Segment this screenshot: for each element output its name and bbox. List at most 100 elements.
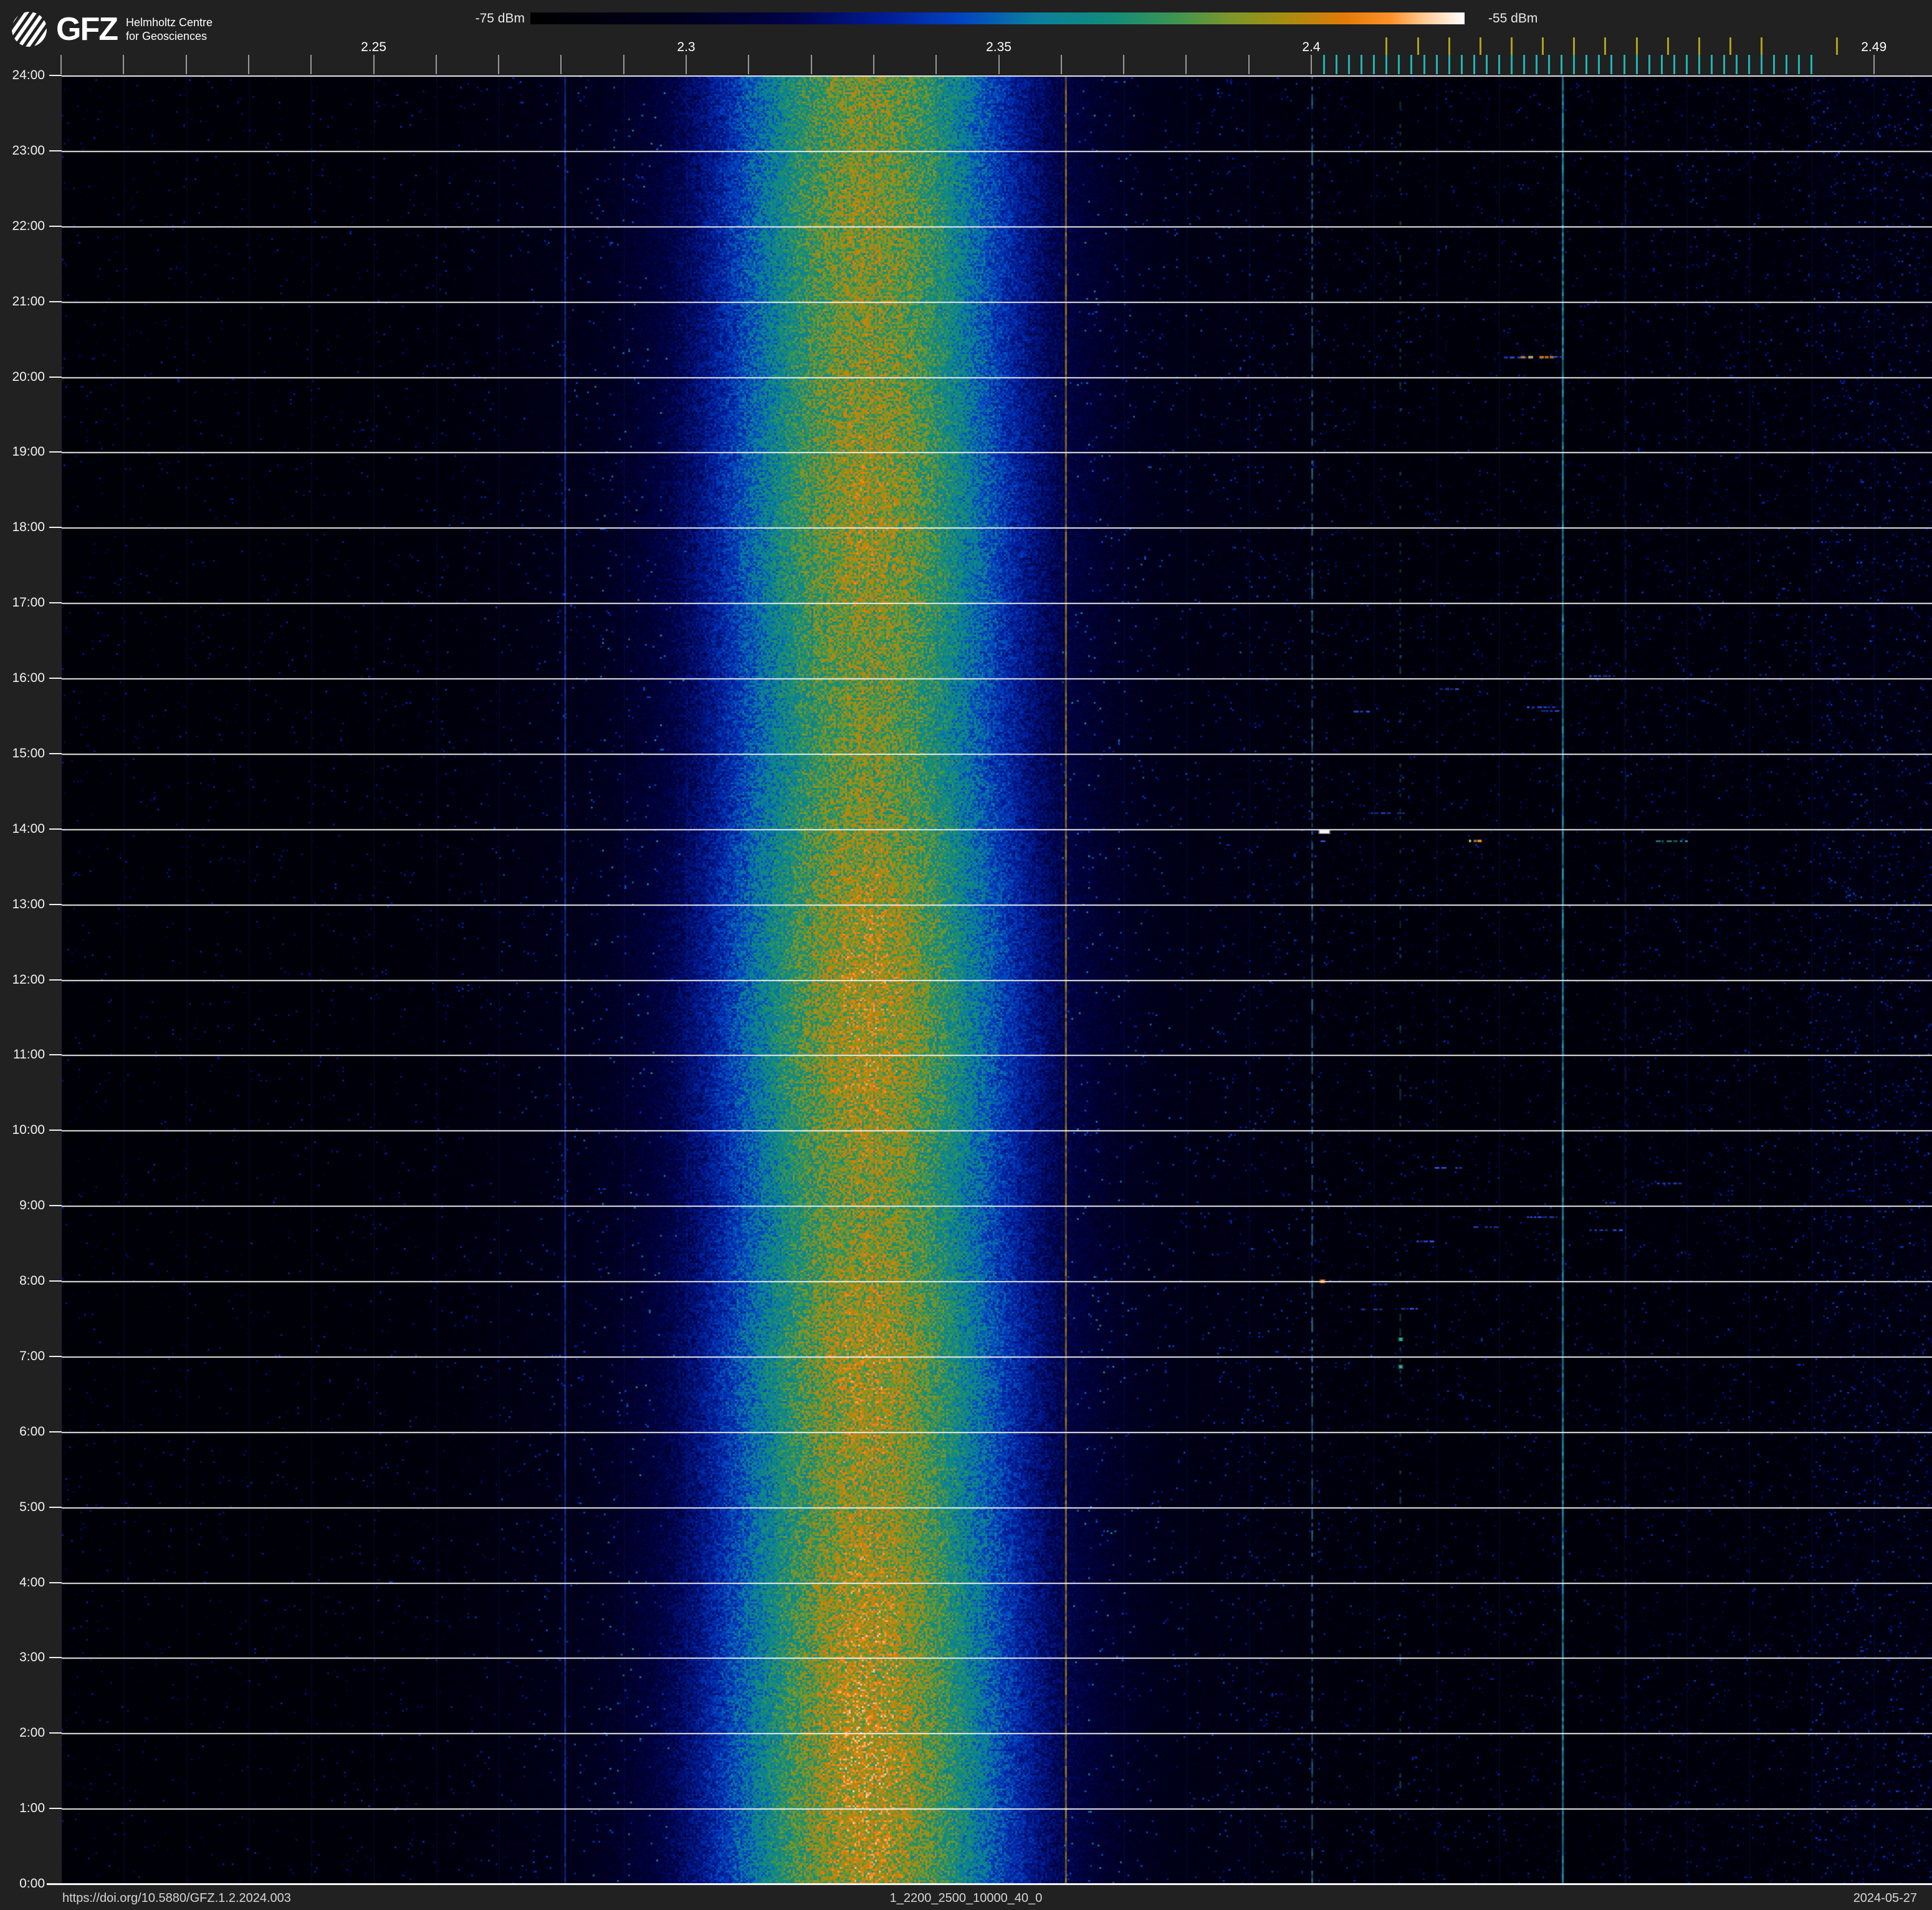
time-axis-tick xyxy=(49,1431,62,1432)
freq-minor-tick xyxy=(310,55,312,74)
time-axis-label: 11:00 xyxy=(13,1047,45,1062)
time-axis-label: 2:00 xyxy=(19,1725,45,1740)
ble-channel-tick xyxy=(1373,55,1375,74)
freq-minor-tick xyxy=(1123,55,1125,74)
freq-axis-label: 2.4 xyxy=(1302,40,1321,54)
ble-channel-tick xyxy=(1398,55,1400,74)
time-axis-label: 15:00 xyxy=(12,746,45,761)
time-axis-tick xyxy=(49,1355,62,1357)
freq-minor-tick xyxy=(123,55,125,74)
time-axis-tick xyxy=(49,527,62,529)
date-label: 2024-05-27 xyxy=(1853,1891,1917,1905)
ble-channel-tick xyxy=(1385,55,1388,74)
ble-channel-tick xyxy=(1748,55,1751,74)
freq-axis-label: 2.35 xyxy=(986,40,1011,54)
ble-channel-tick xyxy=(1510,55,1513,74)
footer-bar: https://doi.org/10.5880/GFZ.1.2.2024.003… xyxy=(0,1886,1932,1910)
ble-channel-tick xyxy=(1573,55,1576,74)
time-axis-tick xyxy=(49,150,62,151)
ble-channel-tick xyxy=(1723,55,1725,74)
freq-axis-label: 2.25 xyxy=(361,40,386,54)
time-axis-tick xyxy=(49,1205,62,1207)
bottom-axis-line xyxy=(47,1883,1932,1885)
time-axis-tick xyxy=(49,451,62,453)
time-axis-tick xyxy=(49,1054,62,1056)
ble-channel-tick xyxy=(1361,55,1363,74)
ble-channel-tick xyxy=(1548,55,1551,74)
freq-minor-tick xyxy=(560,55,562,74)
time-axis-label: 22:00 xyxy=(12,218,45,233)
time-axis-tick xyxy=(49,602,62,604)
ble-channel-tick xyxy=(1660,55,1663,74)
ble-channel-tick xyxy=(1698,55,1700,74)
freq-axis-label: 2.3 xyxy=(677,40,696,54)
ble-channel-tick xyxy=(1761,55,1763,74)
time-axis-label: 12:00 xyxy=(12,972,45,987)
time-axis-label: 17:00 xyxy=(12,595,45,610)
wifi-channel-tick xyxy=(1417,37,1419,55)
ble-channel-tick xyxy=(1561,55,1563,74)
time-axis-tick xyxy=(49,1581,62,1583)
ble-channel-tick xyxy=(1435,55,1438,74)
time-axis-label: 7:00 xyxy=(19,1348,45,1363)
time-axis-label: 13:00 xyxy=(12,896,45,911)
freq-minor-tick xyxy=(623,55,624,74)
ble-channel-tick xyxy=(1336,55,1338,74)
time-axis-label: 19:00 xyxy=(12,444,45,459)
spectrogram-canvas xyxy=(62,75,1932,1884)
ble-channel-tick xyxy=(1635,55,1638,74)
ble-channel-tick xyxy=(1798,55,1800,74)
ble-channel-tick xyxy=(1773,55,1776,74)
wifi-channel-tick xyxy=(1667,37,1669,55)
ble-channel-tick xyxy=(1786,55,1788,74)
spectrogram-page: GFZ Helmholtz Centre for Geosciences -75… xyxy=(0,0,1932,1910)
time-axis-label: 18:00 xyxy=(12,520,45,535)
ble-channel-tick xyxy=(1673,55,1675,74)
freq-minor-tick xyxy=(373,55,375,74)
freq-minor-tick xyxy=(686,55,687,74)
freq-minor-tick xyxy=(1311,55,1312,74)
time-axis-tick xyxy=(49,903,62,905)
ble-channel-tick xyxy=(1810,55,1813,74)
freq-minor-tick xyxy=(1248,55,1250,74)
freq-minor-tick xyxy=(748,55,750,74)
ble-channel-tick xyxy=(1423,55,1425,74)
time-axis-tick xyxy=(49,225,62,227)
time-axis-label: 9:00 xyxy=(19,1198,45,1213)
ble-channel-tick xyxy=(1610,55,1613,74)
time-axis-label: 23:00 xyxy=(12,143,45,158)
ble-channel-tick xyxy=(1736,55,1738,74)
ble-channel-tick xyxy=(1348,55,1351,74)
time-axis-tick xyxy=(49,752,62,754)
ble-channel-tick xyxy=(1498,55,1500,74)
freq-minor-tick xyxy=(810,55,812,74)
wifi-channel-tick xyxy=(1729,37,1731,55)
wifi-channel-tick xyxy=(1448,37,1450,55)
time-axis-label: 3:00 xyxy=(19,1650,45,1665)
ble-channel-tick xyxy=(1485,55,1488,74)
wifi-channel-tick xyxy=(1604,37,1607,55)
wifi-channel-tick xyxy=(1510,37,1513,55)
freq-minor-tick xyxy=(998,55,1000,74)
ble-channel-tick xyxy=(1536,55,1538,74)
ble-channel-tick xyxy=(1523,55,1526,74)
wifi-channel-tick xyxy=(1698,37,1700,55)
ble-channel-tick xyxy=(1448,55,1450,74)
time-axis-label: 14:00 xyxy=(12,821,45,836)
freq-axis-label: 2.49 xyxy=(1861,40,1887,54)
time-axis-tick xyxy=(49,300,62,302)
wifi-channel-tick xyxy=(1573,37,1576,55)
frequency-axis: 2.25 2.3 2.35 2.4 2.49 xyxy=(0,0,1932,75)
time-axis-label: 16:00 xyxy=(12,671,45,685)
freq-minor-tick xyxy=(435,55,437,74)
wifi-channel-tick xyxy=(1385,37,1388,55)
time-axis-label: 1:00 xyxy=(19,1801,45,1816)
time-axis-label: 6:00 xyxy=(19,1424,45,1439)
freq-minor-tick xyxy=(935,55,937,74)
dataset-label: 1_2200_2500_10000_40_0 xyxy=(889,1891,1043,1905)
ble-channel-tick xyxy=(1710,55,1713,74)
ble-channel-tick xyxy=(1648,55,1650,74)
time-axis: 24:00 23:00 22:00 21:00 20:00 19:00 18:00 17:00… xyxy=(0,0,62,1910)
wifi-channel-tick xyxy=(1479,37,1481,55)
time-axis-tick xyxy=(49,376,62,378)
